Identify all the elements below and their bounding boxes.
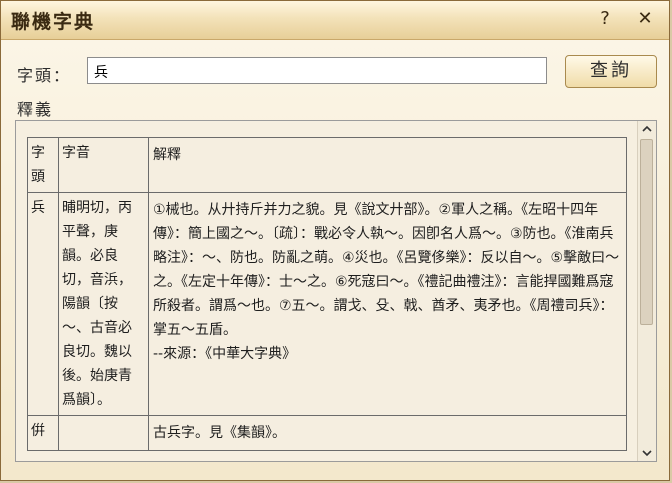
header-pron: 字音 bbox=[58, 137, 149, 193]
scrollbar-thumb[interactable] bbox=[640, 139, 653, 325]
header-char: 字頭 bbox=[27, 137, 59, 193]
chevron-down-icon[interactable] bbox=[638, 445, 656, 461]
table-header-row: 字頭 字音 解釋 bbox=[27, 137, 627, 193]
title-bar[interactable]: 聯機字典 ? ✕ bbox=[1, 1, 669, 40]
chevron-up-icon[interactable] bbox=[638, 121, 656, 137]
row-char: 兵 bbox=[27, 192, 59, 416]
window-title: 聯機字典 bbox=[11, 11, 96, 33]
help-button[interactable]: ? bbox=[593, 7, 617, 31]
header-expl: 解釋 bbox=[148, 137, 627, 193]
dialog-body: 字頭： 兵 查詢 釋義 字頭 字音 解釋 兵 晡明切，丙平聲，庚韻。必良切，音浜… bbox=[1, 40, 669, 480]
row-char: 倂 bbox=[27, 415, 59, 451]
row-expl: ①械也。从廾持斤并力之貌。見《說文廾部》。②軍人之稱。《左昭十四年傳》：簡上國之… bbox=[148, 192, 627, 416]
expl-text: 古兵字。見《集韻》。 bbox=[153, 425, 286, 441]
definition-label: 釋義 bbox=[17, 100, 54, 119]
row-pron bbox=[58, 415, 149, 451]
table-row: 兵 晡明切，丙平聲，庚韻。必良切，音浜，陽韻〔按～、古音必良切。魏以後。始庚青爲… bbox=[27, 192, 627, 416]
definition-table: 字頭 字音 解釋 兵 晡明切，丙平聲，庚韻。必良切，音浜，陽韻〔按～、古音必良切… bbox=[27, 137, 627, 451]
row-expl: 古兵字。見《集韻》。 bbox=[148, 415, 627, 451]
head-char-label: 字頭： bbox=[17, 66, 72, 85]
expl-source: --來源：《中華大字典》 bbox=[153, 346, 297, 362]
vertical-scrollbar[interactable] bbox=[637, 121, 656, 461]
head-char-input[interactable]: 兵 bbox=[87, 57, 547, 84]
query-button[interactable]: 查詢 bbox=[565, 55, 657, 88]
table-row: 倂 古兵字。見《集韻》。 bbox=[27, 415, 627, 451]
row-pron: 晡明切，丙平聲，庚韻。必良切，音浜，陽韻〔按～、古音必良切。魏以後。始庚青爲韻〕… bbox=[58, 192, 149, 416]
close-button[interactable]: ✕ bbox=[633, 7, 657, 31]
expl-text: ①械也。从廾持斤并力之貌。見《說文廾部》。②軍人之稱。《左昭十四年傳》：簡上國之… bbox=[153, 202, 620, 338]
dictionary-window: 聯機字典 ? ✕ 字頭： 兵 查詢 釋義 字頭 字音 解釋 兵 晡明切，丙平聲，… bbox=[0, 0, 670, 481]
definition-panel[interactable]: 字頭 字音 解釋 兵 晡明切，丙平聲，庚韻。必良切，音浜，陽韻〔按～、古音必良切… bbox=[15, 120, 657, 462]
